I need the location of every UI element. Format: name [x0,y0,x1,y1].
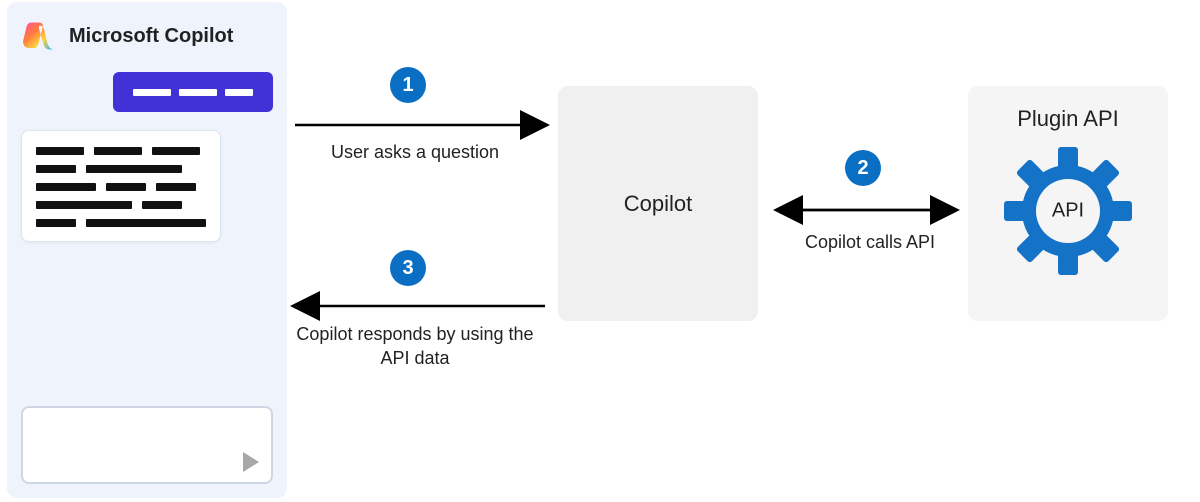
assistant-response-card [21,130,221,242]
ms-copilot-panel: Microsoft Copilot [7,2,287,498]
user-message-bubble [113,72,273,112]
step-2-label: Copilot calls API [790,230,950,254]
gear-icon: API [1003,146,1133,276]
gear-api-label: API [1052,200,1084,223]
plugin-api-box: Plugin API [968,86,1168,321]
step-badge-1: 1 [390,67,426,103]
step-1-label: User asks a question [315,140,515,164]
copilot-engine-label: Copilot [624,191,692,217]
step-1-number: 1 [402,74,413,97]
panel-title: Microsoft Copilot [69,25,233,48]
step-badge-3: 3 [390,250,426,286]
step-3-number: 3 [402,257,413,280]
panel-header: Microsoft Copilot [21,18,273,54]
step-badge-2: 2 [845,150,881,186]
step-3-label: Copilot responds by using the API data [295,322,535,371]
copilot-logo-icon [21,18,57,54]
copilot-engine-box: Copilot [558,86,758,321]
step-2-number: 2 [857,157,868,180]
chat-input-box[interactable] [21,406,273,484]
plugin-title: Plugin API [1017,106,1119,132]
send-icon[interactable] [243,452,259,472]
